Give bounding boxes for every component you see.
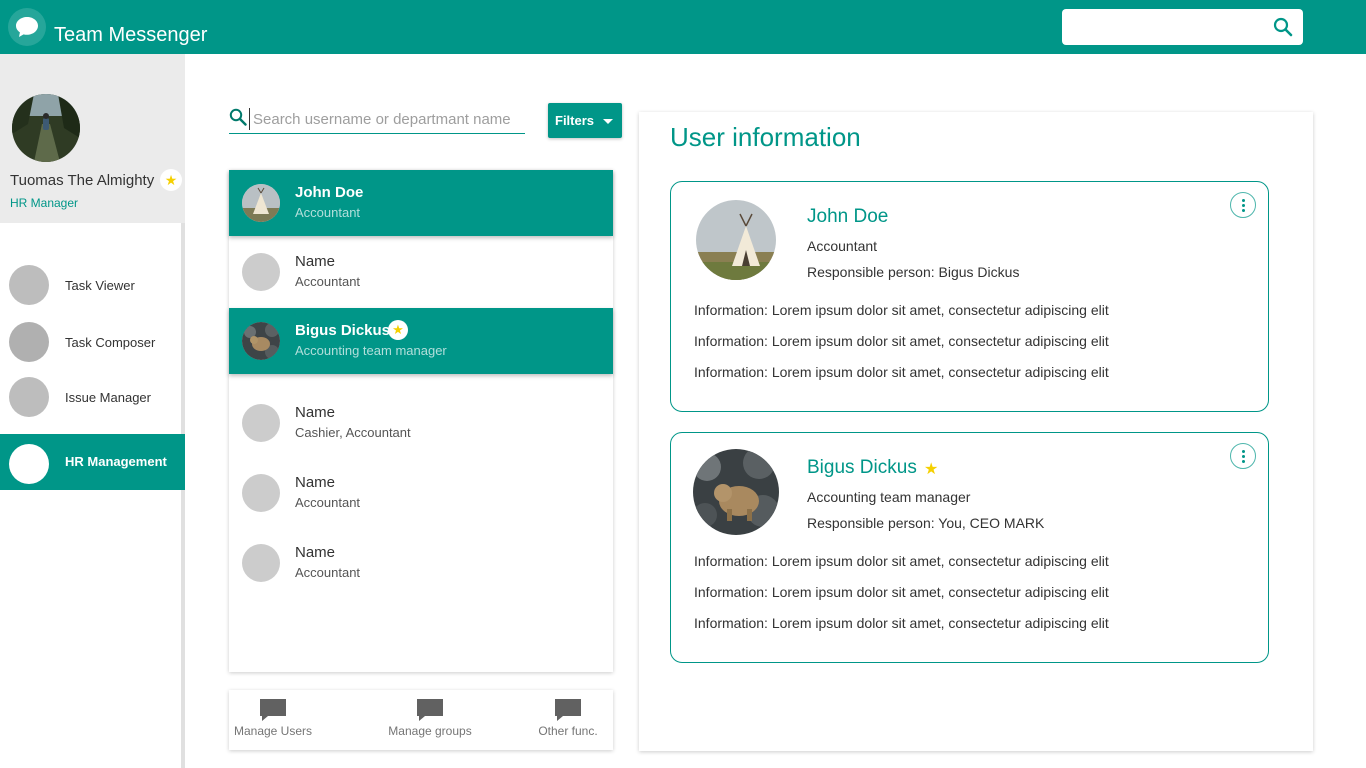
profile-role: HR Manager bbox=[10, 196, 79, 210]
sidebar-item-label: Task Viewer bbox=[65, 278, 135, 293]
card-responsible-person: Responsible person: You, CEO MARK bbox=[807, 515, 1045, 531]
list-item[interactable]: John Doe Accountant bbox=[229, 170, 613, 236]
user-name: Name bbox=[295, 404, 336, 421]
user-role: Accountant bbox=[295, 495, 361, 510]
user-name: Name bbox=[295, 474, 336, 491]
card-info-line: Information: Lorem ipsum dolor sit amet,… bbox=[694, 584, 1109, 600]
card-info-line: Information: Lorem ipsum dolor sit amet,… bbox=[694, 615, 1109, 631]
filters-label: Filters bbox=[555, 113, 595, 128]
card-info-line: Information: Lorem ipsum dolor sit amet,… bbox=[694, 302, 1109, 318]
user-card: Bigus Dickus ★ Accounting team manager R… bbox=[670, 432, 1269, 663]
sidebar: Tuomas The Almighty ★ HR Manager Task Vi… bbox=[0, 54, 185, 768]
avatar bbox=[242, 404, 280, 442]
user-search bbox=[229, 108, 525, 134]
card-info-line: Information: Lorem ipsum dolor sit amet,… bbox=[694, 553, 1109, 569]
avatar bbox=[242, 184, 280, 222]
avatar bbox=[242, 544, 280, 582]
chat-bubble-icon bbox=[555, 699, 581, 721]
avatar bbox=[242, 253, 280, 291]
manage-users-button[interactable]: Manage Users bbox=[233, 690, 313, 750]
nav-icon bbox=[9, 444, 49, 484]
list-item[interactable]: Name Accountant bbox=[229, 530, 613, 596]
app-title: Team Messenger bbox=[54, 24, 208, 46]
avatar bbox=[242, 322, 280, 360]
search-input[interactable] bbox=[249, 108, 525, 130]
card-responsible-person: Responsible person: Bigus Dickus bbox=[807, 264, 1020, 280]
avatar[interactable] bbox=[12, 94, 80, 162]
user-role: Accountant bbox=[295, 274, 361, 289]
search-icon bbox=[229, 108, 247, 126]
star-icon: ★ bbox=[160, 169, 182, 191]
avatar bbox=[696, 200, 776, 280]
sidebar-item-label: Task Composer bbox=[65, 335, 156, 350]
chat-bubble-icon bbox=[260, 699, 286, 721]
button-label: Manage Users bbox=[233, 724, 313, 738]
card-user-name: Bigus Dickus bbox=[807, 457, 917, 478]
user-role: Accounting team manager bbox=[295, 343, 447, 358]
sidebar-item-label: Issue Manager bbox=[65, 390, 151, 405]
card-user-name: John Doe bbox=[807, 206, 889, 227]
filters-button[interactable]: Filters bbox=[548, 103, 622, 138]
list-item[interactable]: Bigus Dickus ★ Accounting team manager bbox=[229, 308, 613, 374]
avatar bbox=[242, 474, 280, 512]
global-search-input[interactable] bbox=[1062, 9, 1303, 45]
sidebar-item-label: HR Management bbox=[65, 454, 167, 469]
more-options-icon[interactable] bbox=[1230, 192, 1256, 218]
sidebar-item-hr-management[interactable]: HR Management bbox=[0, 434, 185, 490]
sidebar-item-task-viewer[interactable]: Task Viewer bbox=[0, 256, 185, 312]
other-functions-button[interactable]: Other func. bbox=[535, 690, 601, 750]
user-name: Name bbox=[295, 544, 336, 561]
user-role: Accountant bbox=[295, 565, 361, 580]
panel-title: User information bbox=[670, 122, 861, 152]
user-name: Name bbox=[295, 253, 336, 270]
user-role: Accountant bbox=[295, 205, 361, 220]
chat-logo-icon bbox=[8, 8, 46, 46]
nav-icon bbox=[9, 322, 49, 362]
chevron-down-icon bbox=[603, 119, 613, 124]
user-name: John Doe bbox=[295, 184, 364, 201]
search-icon[interactable] bbox=[1273, 17, 1293, 37]
button-label: Manage groups bbox=[388, 724, 472, 738]
top-bar: Team Messenger bbox=[0, 0, 1366, 54]
sidebar-item-issue-manager[interactable]: Issue Manager bbox=[0, 368, 185, 424]
list-item[interactable]: Name Accountant bbox=[229, 239, 613, 305]
user-role: Cashier, Accountant bbox=[295, 425, 411, 440]
profile-panel: Tuomas The Almighty ★ HR Manager bbox=[0, 54, 185, 223]
nav-icon bbox=[9, 377, 49, 417]
user-list: John Doe Accountant Name Accountant Bigu… bbox=[229, 170, 613, 672]
user-name: Bigus Dickus bbox=[295, 322, 391, 339]
avatar bbox=[693, 449, 779, 535]
chat-bubble-icon bbox=[417, 699, 443, 721]
star-icon: ★ bbox=[388, 320, 408, 340]
card-user-role: Accountant bbox=[807, 238, 878, 254]
user-information-panel: User information John Doe Accountant Res… bbox=[639, 112, 1313, 751]
profile-name: Tuomas The Almighty bbox=[10, 172, 155, 189]
nav-icon bbox=[9, 265, 49, 305]
manage-groups-button[interactable]: Manage groups bbox=[385, 690, 475, 750]
list-item[interactable]: Name Cashier, Accountant bbox=[229, 390, 613, 456]
more-options-icon[interactable] bbox=[1230, 443, 1256, 469]
sidebar-item-task-composer[interactable]: Task Composer bbox=[0, 313, 185, 369]
card-user-role: Accounting team manager bbox=[807, 489, 971, 505]
list-item[interactable]: Name Accountant bbox=[229, 460, 613, 526]
card-info-line: Information: Lorem ipsum dolor sit amet,… bbox=[694, 364, 1109, 380]
button-label: Other func. bbox=[538, 724, 598, 738]
card-info-line: Information: Lorem ipsum dolor sit amet,… bbox=[694, 333, 1109, 349]
user-card: John Doe Accountant Responsible person: … bbox=[670, 181, 1269, 412]
bottom-action-bar: Manage Users Manage groups Other func. bbox=[229, 690, 613, 750]
star-icon: ★ bbox=[924, 461, 939, 478]
